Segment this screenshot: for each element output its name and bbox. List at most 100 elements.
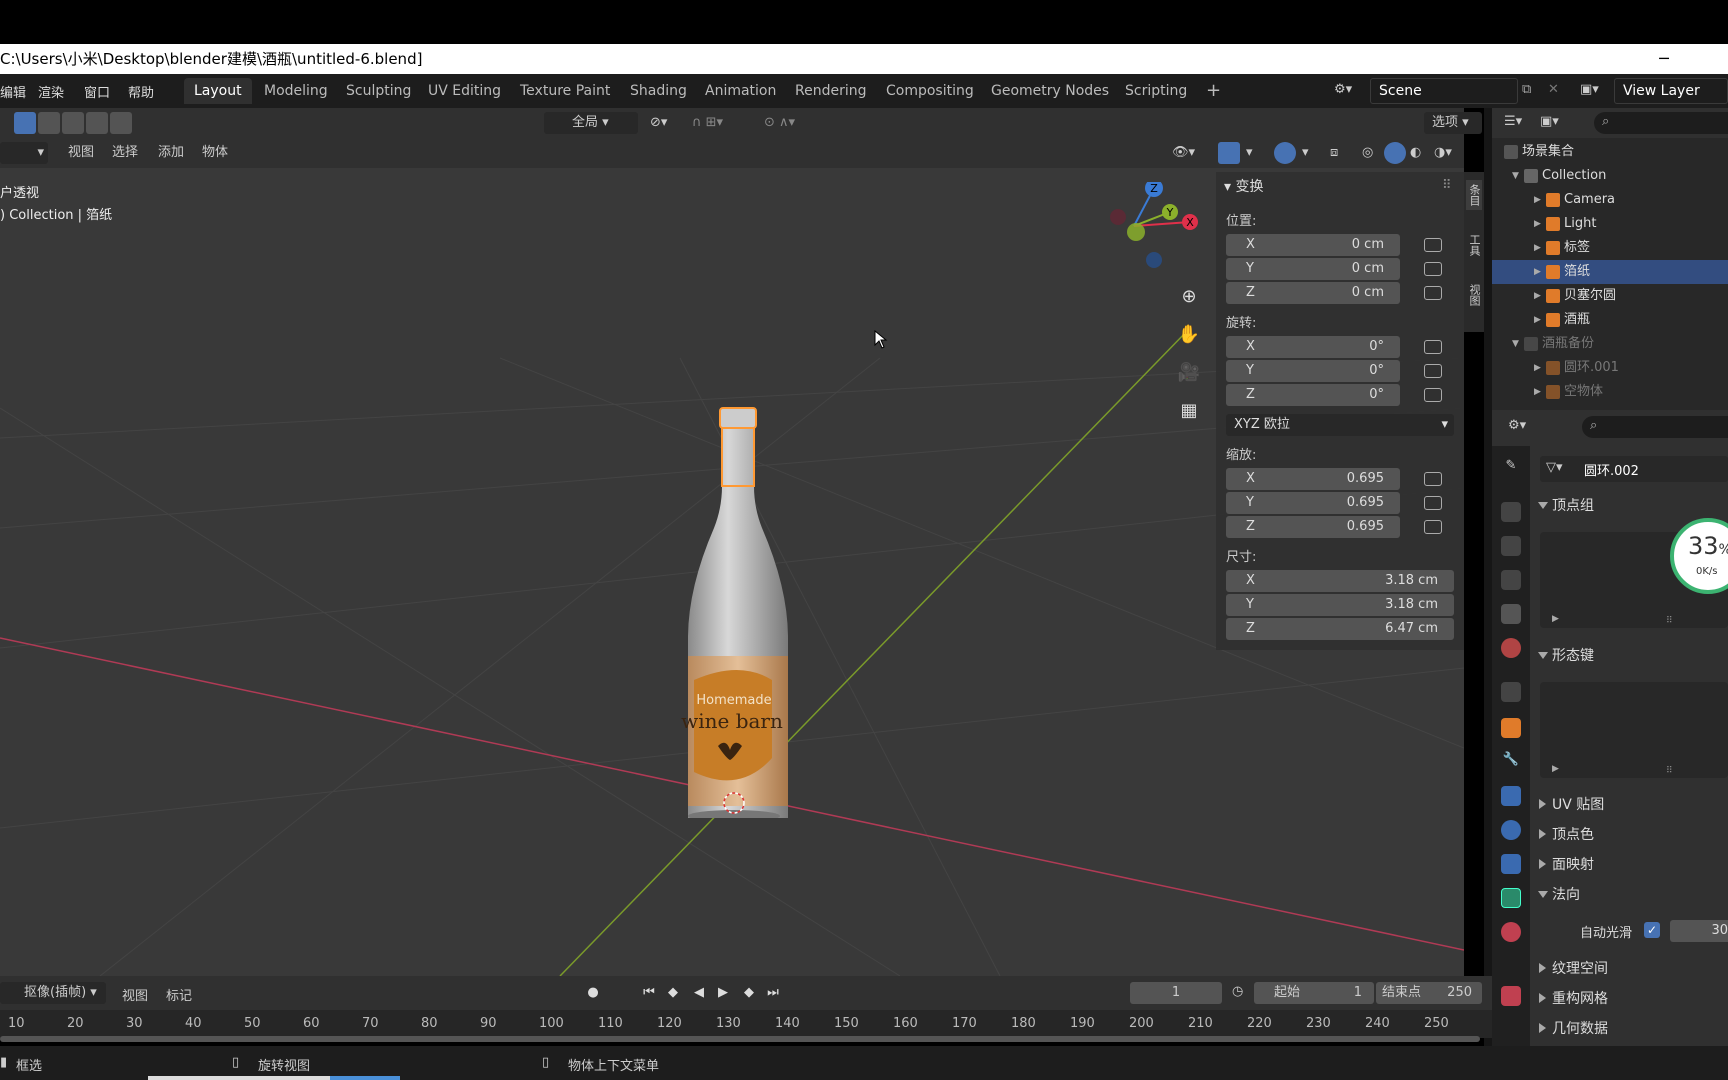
disclosure-triangle-icon[interactable]: ▶ — [1534, 188, 1541, 212]
transform-header[interactable]: ▾ 变换 — [1224, 176, 1263, 196]
menu-edit[interactable]: 编辑 — [0, 82, 26, 101]
transform-orientation-dropdown[interactable]: 全局 ▾ — [544, 112, 638, 134]
xray-icon[interactable]: ⧈ — [1330, 142, 1338, 164]
lock-icon[interactable] — [1424, 496, 1442, 510]
disclosure-triangle-icon[interactable]: ▶ — [1534, 212, 1541, 236]
jump-end-icon[interactable]: ⏭ — [762, 982, 784, 1004]
disclosure-triangle-icon[interactable]: ▼ — [1512, 164, 1519, 188]
record-icon[interactable]: ● — [582, 982, 604, 1004]
prev-keyframe-icon[interactable]: ◆ — [662, 982, 684, 1004]
section-face-maps[interactable]: 面映射 — [1530, 851, 1728, 879]
wireframe-shading-icon[interactable]: ◎ — [1362, 142, 1373, 164]
constraints-tab-icon[interactable] — [1501, 854, 1521, 874]
select-intersect-icon[interactable] — [110, 112, 132, 134]
select-box-icon[interactable] — [14, 112, 36, 134]
outliner-item[interactable]: ▶ 酒瓶 — [1492, 308, 1728, 332]
timeline-scrollbar[interactable] — [0, 1036, 1480, 1042]
next-keyframe-icon[interactable]: ◆ — [738, 982, 760, 1004]
rotation-y-field[interactable]: Y 0° — [1226, 360, 1400, 382]
material-shading-icon[interactable]: ◐ — [1410, 142, 1421, 164]
section-shape-keys[interactable]: 形态键 — [1530, 642, 1728, 670]
timeline-ruler[interactable]: 10 20 30 40 50 60 70 80 90 100 110 120 130 140 150 160 1… — [0, 1010, 1492, 1038]
modifier-tab-icon[interactable]: 🔧 — [1501, 752, 1521, 772]
snap-icon[interactable]: ∩ ⊞▾ — [692, 112, 723, 134]
menu-add[interactable]: 添加 — [158, 142, 184, 164]
jump-start-icon[interactable]: ⏮ — [638, 982, 660, 1004]
tab-animation[interactable]: Animation — [695, 78, 786, 104]
pan-hand-icon[interactable]: ✋ — [1176, 324, 1202, 350]
gizmo-dropdown-icon[interactable]: ▾ — [1246, 142, 1253, 164]
tab-texture-paint[interactable]: Texture Paint — [510, 78, 620, 104]
section-texture-space[interactable]: 纹理空间 — [1530, 955, 1728, 983]
disclosure-triangle-icon[interactable]: ▶ — [1534, 380, 1541, 404]
dimension-x-field[interactable]: X 3.18 cm — [1226, 570, 1454, 592]
disclosure-triangle-icon[interactable]: ▶ — [1534, 356, 1541, 380]
physics-tab-icon[interactable] — [1501, 820, 1521, 840]
overlay-dropdown-icon[interactable]: ▾ — [1302, 142, 1309, 164]
outliner-item[interactable]: ▶ 圆环.001 — [1492, 356, 1728, 380]
close-icon[interactable]: ✕ — [1548, 82, 1559, 97]
outliner-item[interactable]: ▶ Camera — [1492, 188, 1728, 212]
mesh-data-tab-icon[interactable] — [1501, 888, 1521, 908]
add-workspace-button[interactable]: + — [1196, 78, 1231, 104]
lock-icon[interactable] — [1424, 286, 1442, 300]
overlay-toggle-icon[interactable] — [1274, 142, 1296, 164]
section-remesh[interactable]: 重构网格 — [1530, 985, 1728, 1013]
lock-icon[interactable] — [1424, 262, 1442, 276]
end-frame-field[interactable]: 结束点 250 — [1376, 982, 1482, 1004]
start-frame-field[interactable]: 起始 1 — [1254, 982, 1374, 1004]
minimize-button[interactable]: ─ — [1644, 44, 1684, 74]
autosmooth-checkbox[interactable]: ✓ — [1644, 922, 1660, 938]
view-layer-icon[interactable]: ▣▾ — [1580, 82, 1599, 97]
tool-tab-icon[interactable]: ✎ — [1501, 458, 1521, 478]
texture-tab-icon[interactable] — [1501, 986, 1521, 1006]
outliner-search-input[interactable]: ⌕ — [1594, 112, 1728, 134]
tab-tool[interactable]: 工具 — [1466, 234, 1482, 256]
particles-tab-icon[interactable] — [1501, 786, 1521, 806]
tab-modeling[interactable]: Modeling — [254, 78, 338, 104]
disclosure-triangle-icon[interactable]: ▶ — [1534, 236, 1541, 260]
scene-collection-row[interactable]: 场景集合 — [1492, 140, 1728, 164]
section-vertex-colors[interactable]: 顶点色 — [1530, 821, 1728, 849]
proportional-edit-icon[interactable]: ⊙ ∧▾ — [764, 112, 795, 134]
shape-keys-list[interactable]: ▶ ⠿ — [1540, 682, 1728, 778]
location-y-field[interactable]: Y0 cm — [1226, 258, 1400, 280]
scale-x-field[interactable]: X 0.695 — [1226, 468, 1400, 490]
tab-sculpting[interactable]: Sculpting — [336, 78, 421, 104]
current-frame-field[interactable]: 1 — [1130, 982, 1222, 1004]
tab-compositing[interactable]: Compositing — [876, 78, 984, 104]
collection-tab-icon[interactable] — [1501, 682, 1521, 702]
tab-view[interactable]: 视图 — [1466, 284, 1482, 306]
outliner-item[interactable]: ▼ Collection — [1492, 164, 1728, 188]
camera-view-icon[interactable]: 🎥 — [1176, 362, 1202, 388]
menu-render[interactable]: 渲染 — [38, 82, 64, 101]
outliner-item[interactable]: ▶ 箔纸 — [1492, 260, 1728, 284]
menu-window[interactable]: 窗口 — [84, 82, 110, 101]
location-x-field[interactable]: X0 cm — [1226, 234, 1400, 256]
outliner-item[interactable]: ▼ 酒瓶备份 — [1492, 332, 1728, 356]
properties-search-input[interactable]: ⌕ — [1582, 416, 1728, 438]
copy-scene-icon[interactable]: ⧉ — [1522, 82, 1531, 97]
object-tab-icon[interactable] — [1501, 718, 1521, 738]
rotation-z-field[interactable]: Z 0° — [1226, 384, 1400, 406]
play-reverse-icon[interactable]: ◀ — [688, 982, 710, 1004]
dimension-y-field[interactable]: Y 3.18 cm — [1226, 594, 1454, 616]
scale-z-field[interactable]: Z 0.695 — [1226, 516, 1400, 538]
select-subtract-icon[interactable] — [62, 112, 84, 134]
wine-bottle[interactable]: Homemade wine barn — [670, 398, 810, 818]
menu-select[interactable]: 选择 — [112, 142, 138, 164]
editor-type-icon[interactable]: ⚙▾ — [1508, 418, 1526, 433]
section-normals[interactable]: 法向 — [1530, 881, 1728, 909]
editor-type-icon[interactable]: ☰▾ — [1504, 114, 1522, 129]
autosmooth-angle-field[interactable]: 30 — [1670, 920, 1728, 942]
disclosure-triangle-icon[interactable]: ▶ — [1534, 284, 1541, 308]
section-uv-maps[interactable]: UV 贴图 — [1530, 791, 1728, 819]
scene-selector-icon[interactable]: ⚙▾ — [1334, 82, 1366, 100]
outliner-item[interactable]: ▶ 贝塞尔圆 — [1492, 284, 1728, 308]
world-tab-icon[interactable] — [1501, 638, 1521, 658]
lock-icon[interactable] — [1424, 472, 1442, 486]
tab-geometry-nodes[interactable]: Geometry Nodes — [981, 78, 1119, 104]
outliner-item[interactable]: ▶ 标签 — [1492, 236, 1728, 260]
dimension-z-field[interactable]: Z 6.47 cm — [1226, 618, 1454, 640]
location-z-field[interactable]: Z0 cm — [1226, 282, 1400, 304]
